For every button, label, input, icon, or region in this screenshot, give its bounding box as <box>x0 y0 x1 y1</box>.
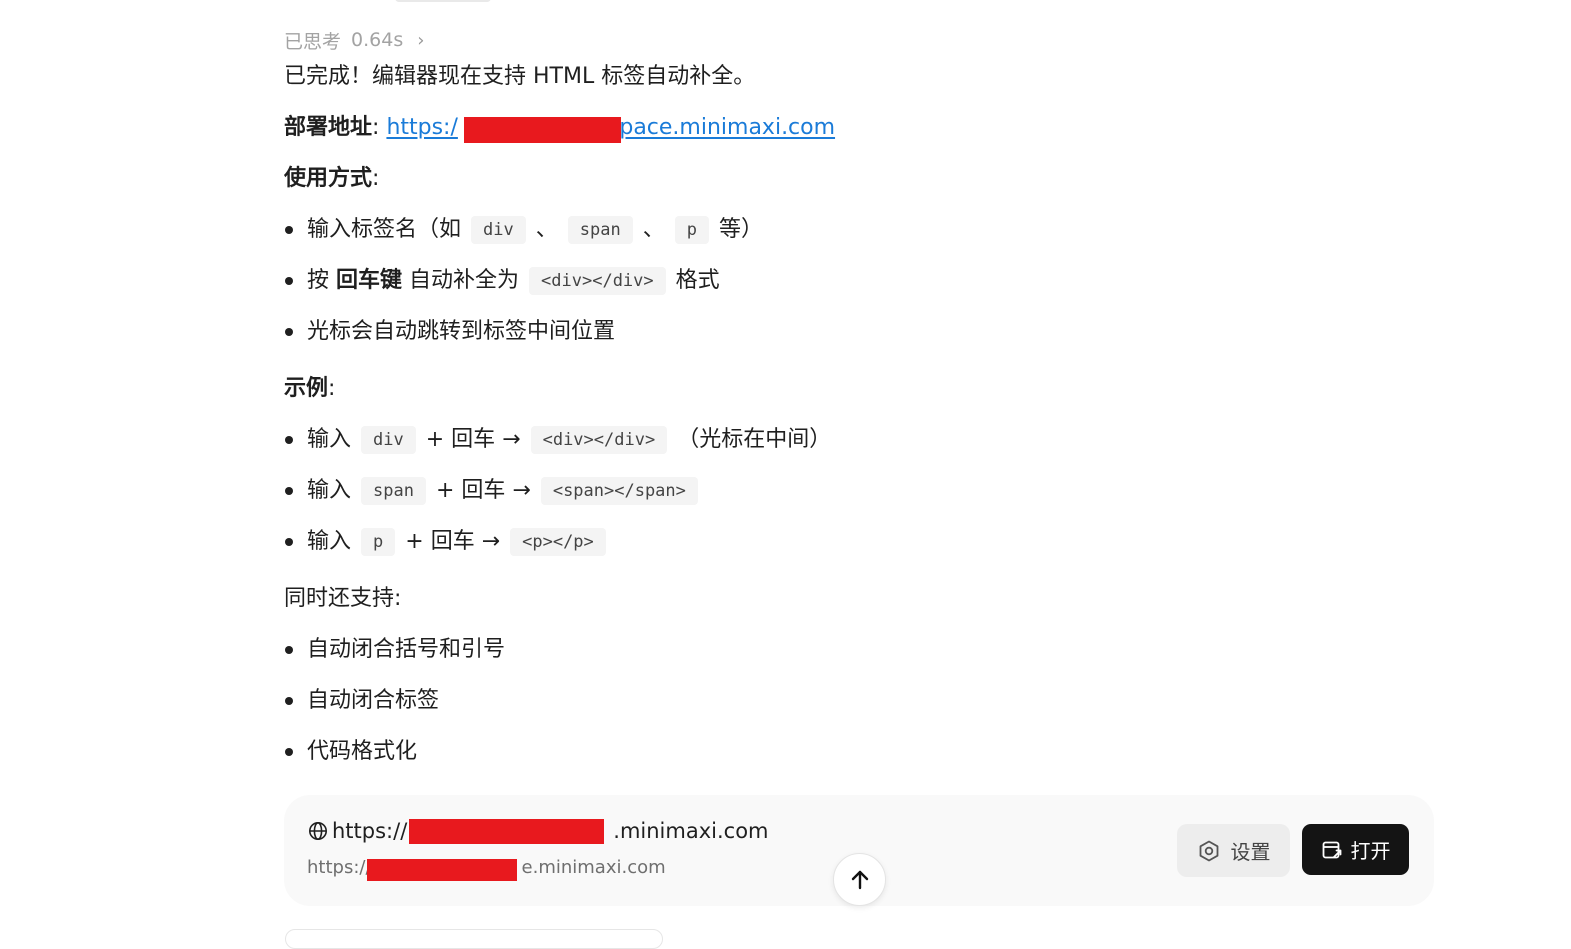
next-element-edge <box>285 929 663 949</box>
arrow-up-icon <box>848 868 872 892</box>
bullet-dot <box>285 328 293 336</box>
usage-title: 使用方式 <box>284 166 373 191</box>
also-item: 自动闭合标签 <box>307 688 440 713</box>
usage-item2-bold: 回车键 <box>336 268 403 293</box>
card-url-prefix: https:// <box>332 819 408 843</box>
bullet-dot <box>285 697 293 705</box>
chevron-right-icon: › <box>417 29 425 51</box>
intro-text: 已完成！编辑器现在支持 HTML 标签自动补全。 <box>284 64 756 89</box>
also-item: 代码格式化 <box>307 739 418 764</box>
example-input-label: 输入 <box>307 529 352 554</box>
bullet-dot <box>285 646 293 654</box>
redaction-mark <box>367 859 517 881</box>
thinking-label: 已思考 <box>284 30 342 53</box>
inline-code: <div></div> <box>529 267 666 295</box>
list-item: 输入 div + 回车 → <div></div> （光标在中间） <box>284 425 831 455</box>
example-enter-text: + 回车 → <box>405 529 501 554</box>
inline-code: <span></span> <box>540 477 698 505</box>
examples-heading: 示例: <box>284 374 335 404</box>
usage-item2-tail: 格式 <box>675 268 720 293</box>
thinking-duration: 0.64s <box>351 29 404 51</box>
bullet-dot <box>285 226 293 234</box>
inline-code: div <box>471 216 526 244</box>
example-input-label: 输入 <box>307 478 352 503</box>
deploy-label: 部署地址 <box>284 115 373 140</box>
usage-colon: : <box>372 166 380 191</box>
bullet-dot <box>285 436 293 444</box>
card-url-suffix: .minimaxi.com <box>613 819 769 843</box>
bullet-dot <box>285 748 293 756</box>
settings-button[interactable]: 设置 <box>1177 824 1290 877</box>
example-note: （光标在中间） <box>677 427 832 452</box>
list-item: 按 回车键 自动补全为 <div></div> 格式 <box>284 266 720 296</box>
examples-title: 示例 <box>284 376 329 401</box>
open-label: 打开 <box>1350 839 1391 863</box>
thinking-toggle[interactable]: 已思考 0.64s › <box>284 27 424 53</box>
inline-code: span <box>567 216 633 244</box>
example-enter-text: + 回车 → <box>425 427 521 452</box>
usage-item1-tail: 等） <box>718 217 763 242</box>
open-button[interactable]: 打开 <box>1302 824 1409 875</box>
redaction-mark <box>464 117 621 143</box>
usage-item1-text: 输入标签名（如 <box>307 217 462 242</box>
open-window-icon <box>1321 839 1343 861</box>
deploy-colon: : <box>372 115 380 140</box>
inline-code: span <box>361 477 426 505</box>
bullet-dot <box>285 277 293 285</box>
list-item: 光标会自动跳转到标签中间位置 <box>284 317 615 347</box>
examples-colon: : <box>328 376 336 401</box>
inline-code: p <box>361 528 396 556</box>
settings-label: 设置 <box>1230 840 1271 864</box>
separator: 、 <box>642 217 665 242</box>
also-heading: 同时还支持: <box>284 586 402 611</box>
card-sub-suffix: e.minimaxi.com <box>521 857 666 878</box>
inline-code: <div></div> <box>530 426 668 454</box>
example-enter-text: + 回车 → <box>435 478 531 503</box>
usage-item2-prefix: 按 <box>307 268 330 293</box>
inline-code: p <box>674 216 709 244</box>
usage-item3-text: 光标会自动跳转到标签中间位置 <box>307 319 616 344</box>
previous-element-edge <box>395 0 491 2</box>
also-item: 自动闭合括号和引号 <box>307 637 506 662</box>
separator: 、 <box>535 217 558 242</box>
scroll-to-top-button[interactable] <box>833 853 886 906</box>
deploy-link-suffix: space.minimaxi.com <box>607 115 836 140</box>
list-item: 输入 span + 回车 → <span></span> <box>284 476 708 506</box>
example-input-label: 输入 <box>307 427 352 452</box>
list-item: 输入标签名（如 div 、 span 、 p 等） <box>284 215 763 245</box>
list-item: 输入 p + 回车 → <p></p> <box>284 527 616 557</box>
settings-icon <box>1197 839 1221 863</box>
list-item: 代码格式化 <box>284 737 417 767</box>
card-sub-prefix: https:// <box>307 857 372 878</box>
usage-heading: 使用方式: <box>284 164 379 194</box>
inline-code: div <box>361 426 416 454</box>
list-item: 自动闭合标签 <box>284 686 439 716</box>
redaction-mark <box>409 819 604 844</box>
bullet-dot <box>285 487 293 495</box>
inline-code: <p></p> <box>510 528 606 556</box>
list-item: 自动闭合括号和引号 <box>284 635 505 665</box>
deploy-link-prefix: https:/ <box>386 115 458 140</box>
globe-icon <box>308 821 328 841</box>
bullet-dot <box>285 538 293 546</box>
usage-item2-mid: 自动补全为 <box>409 268 520 293</box>
